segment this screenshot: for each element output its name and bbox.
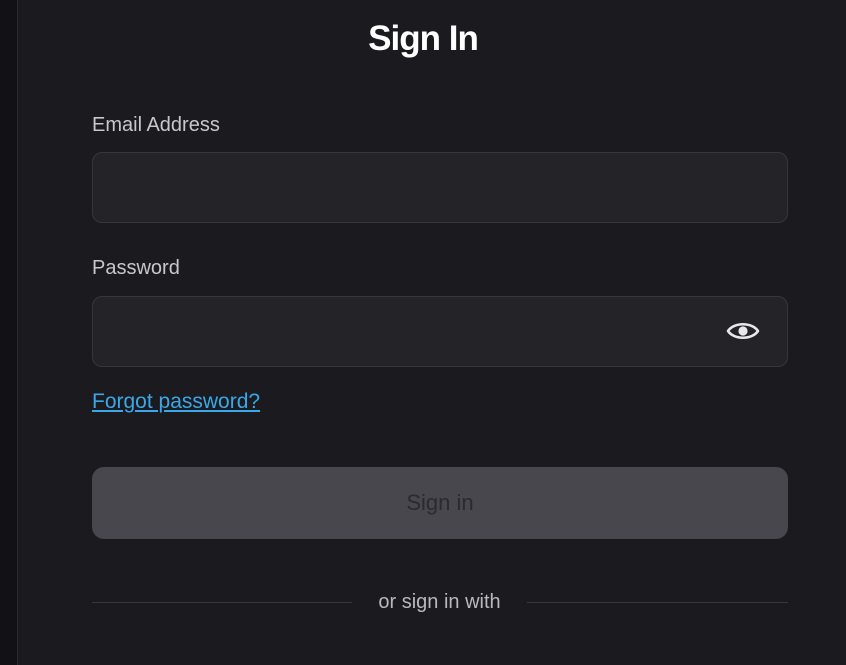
eye-icon[interactable] (724, 316, 762, 346)
divider-right (527, 602, 788, 603)
password-field[interactable] (92, 296, 788, 367)
email-label: Email Address (92, 114, 220, 136)
page-title: Sign In (368, 19, 479, 58)
divider-left (92, 602, 352, 603)
forgot-password-link[interactable]: Forgot password? (92, 389, 260, 415)
password-label: Password (92, 257, 180, 279)
sign-in-button[interactable]: Sign in (92, 467, 788, 539)
alt-sign-in-label: or sign in with (378, 591, 501, 613)
left-sidebar-edge (0, 0, 18, 665)
email-field[interactable] (92, 152, 788, 223)
